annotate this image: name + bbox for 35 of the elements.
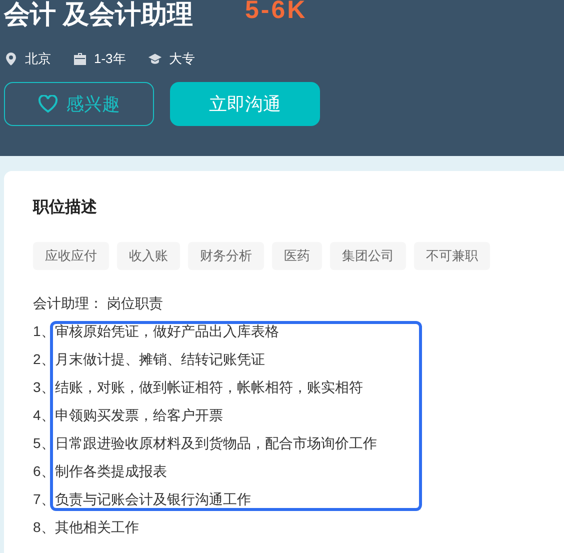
duty-text: 其他相关工作 (55, 518, 139, 537)
list-number: 7、 (33, 490, 55, 509)
list-number: 5、 (33, 434, 55, 453)
skill-tag: 收入账 (117, 242, 180, 270)
duty-text: 审核原始凭证，做好产品出入库表格 (55, 322, 279, 341)
job-title: 会计 及会计助理 (4, 0, 194, 30)
list-number: 1、 (33, 322, 55, 341)
graduation-cap-icon (148, 52, 162, 66)
duty-text: 结账，对账，做到帐证相符，帐帐相符，账实相符 (55, 378, 363, 397)
list-number: 3、 (33, 378, 55, 397)
list-number: 4、 (33, 406, 55, 425)
list-number: 6、 (33, 462, 55, 481)
job-requirement: 北京 (25, 50, 51, 68)
duty-text: 月末做计提、摊销、结转记账凭证 (55, 350, 265, 369)
skill-tag: 医药 (272, 242, 322, 270)
intro-text: 会计助理： 岗位职责 (33, 294, 164, 313)
section-heading: 职位描述 (33, 198, 98, 218)
skill-tag: 集团公司 (330, 242, 406, 270)
list-number: 8、 (33, 518, 55, 537)
duty-text: 申领购买发票，给客户开票 (55, 406, 223, 425)
heart-icon (38, 95, 58, 113)
job-requirement: 大专 (168, 50, 195, 68)
duty-text: 制作各类提成报表 (55, 462, 167, 481)
job-requirement: 1-3年 (94, 50, 126, 68)
duty-text: 日常跟进验收原材料及到货物品，配合市场询价工作 (55, 434, 377, 453)
skill-tag: 应收应付 (33, 242, 109, 270)
list-number: 2、 (33, 350, 55, 369)
skill-tag: 财务分析 (188, 242, 264, 270)
chat-button[interactable]: 立即沟通 (170, 82, 320, 126)
skill-tag: 不可兼职 (414, 242, 490, 270)
salary: 5-6K (245, 0, 308, 24)
briefcase-icon (73, 52, 87, 66)
duty-text: 负责与记账会计及银行沟通工作 (55, 490, 251, 509)
interested-button[interactable]: 感兴趣 (4, 82, 154, 126)
location-pin-icon (4, 52, 18, 66)
